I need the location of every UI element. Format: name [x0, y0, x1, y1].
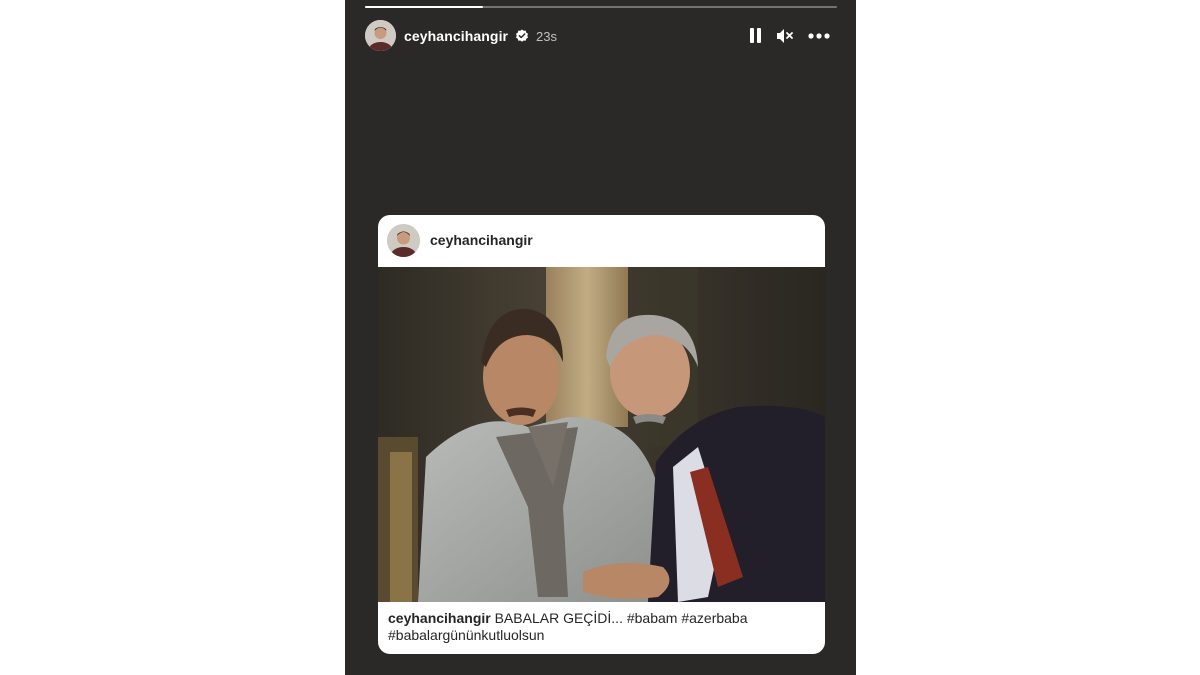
post-username[interactable]: ceyhancihangir [430, 232, 533, 248]
pause-icon [750, 28, 761, 43]
verified-badge-icon [516, 29, 528, 42]
speaker-muted-icon [777, 29, 793, 43]
story-header: ceyhancihangir 23s [365, 20, 837, 52]
more-options-button[interactable] [806, 26, 832, 46]
story-username[interactable]: ceyhancihangir [404, 28, 508, 44]
story-avatar[interactable] [365, 20, 396, 51]
shared-post-card[interactable]: ceyhancihangir ceyhancihangir BABALAR GE… [378, 215, 825, 654]
post-header: ceyhancihangir [378, 215, 825, 267]
more-horizontal-icon [808, 33, 830, 39]
avatar-portrait-icon [387, 224, 420, 257]
avatar-portrait-icon [365, 20, 396, 51]
post-avatar[interactable] [387, 224, 420, 257]
story-timestamp: 23s [536, 29, 557, 44]
story-viewer: ceyhancihangir 23s ceyhancihangir ceyhan… [345, 0, 856, 675]
photo-two-men-image [378, 267, 825, 602]
story-progress-bar [365, 6, 837, 8]
caption-username[interactable]: ceyhancihangir [388, 610, 491, 626]
caption-hashtag[interactable]: #babalargününkutluolsun [388, 627, 544, 643]
pause-button[interactable] [745, 26, 767, 46]
post-photo [378, 267, 825, 602]
story-progress-fill [365, 6, 483, 8]
caption-text: BABALAR GEÇİDİ... #babam #azerbaba [494, 610, 748, 626]
mute-button[interactable] [774, 26, 796, 46]
post-caption: ceyhancihangir BABALAR GEÇİDİ... #babam … [388, 610, 818, 644]
